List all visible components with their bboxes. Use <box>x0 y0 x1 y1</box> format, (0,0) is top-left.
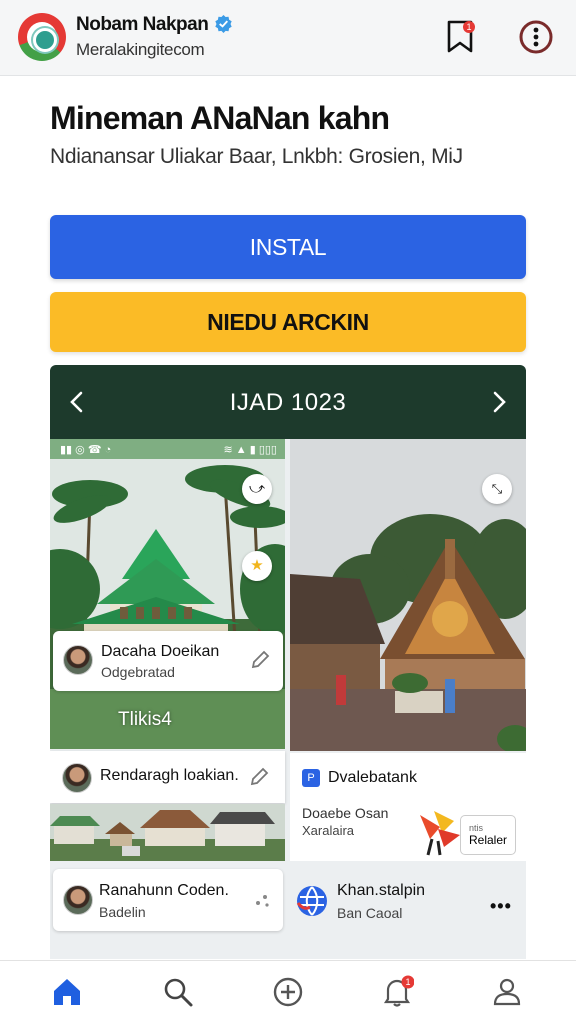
village-photo[interactable] <box>50 804 285 861</box>
profile-icon[interactable] <box>490 975 524 1009</box>
secondary-action-button[interactable]: NIEDU ARCKIN <box>50 292 526 352</box>
edit-icon[interactable] <box>248 766 270 788</box>
ad-title: Dvalebatank <box>328 769 417 786</box>
card-subtitle: Odgebratad <box>101 664 175 680</box>
chevron-right-icon[interactable] <box>484 387 514 417</box>
app-header: Nobam Nakpan Meralakingitecom 1 <box>0 0 576 76</box>
install-button[interactable]: INSTAL <box>50 215 526 279</box>
profile-card[interactable]: Ranahunn Coden. Badelin <box>53 869 283 931</box>
shuffle-icon[interactable] <box>251 889 273 911</box>
page-subtitle: Ndianansar Uliakar Baar, Lnkbh: Grosien,… <box>50 145 463 168</box>
ad-subtitle: Doaebe Osan <box>302 805 389 821</box>
app-page: Nobam Nakpan Meralakingitecom 1 Mineman … <box>0 0 576 1024</box>
ad-action-button[interactable]: ntis Relaler <box>460 815 516 855</box>
ad-caption: Xaralaira <box>302 823 355 838</box>
globe-icon <box>296 886 327 916</box>
status-bar: ▮▮ ◎ ☎ ◔ ≋ ▲ ▮ ▯▯▯ <box>50 439 285 459</box>
app-logo[interactable] <box>18 13 66 61</box>
card-name: Dacaha Doeikan <box>101 643 220 660</box>
profile-card[interactable]: Rendaragh loakian. <box>50 751 285 803</box>
ad-card[interactable]: P Dvalebatank Doaebe Osan Xaralaira ntis… <box>290 753 526 861</box>
more-horizontal-icon[interactable]: ••• <box>490 896 512 917</box>
star-icon[interactable]: ★ <box>242 551 272 581</box>
ad-button-line2: Relaler <box>469 833 508 847</box>
date-bar: IJAD 1023 <box>50 365 526 439</box>
item-subtitle: Ban Caoal <box>337 905 403 921</box>
ad-button-line1: ntis <box>469 823 484 833</box>
home-icon[interactable] <box>50 975 84 1009</box>
verified-badge-icon <box>215 14 232 33</box>
avatar <box>63 885 93 915</box>
bird-art-icon <box>420 811 460 856</box>
status-left: ▮▮ ◎ ☎ ◔ <box>60 444 112 456</box>
page-title: Mineman ANaNan kahn <box>50 100 390 136</box>
card-name: Rendaragh loakian. <box>100 767 239 784</box>
status-right: ≋ ▲ ▮ ▯▯▯ <box>223 444 278 456</box>
search-icon[interactable] <box>161 975 195 1009</box>
ad-logo: P <box>302 769 320 787</box>
date-label: IJAD 1023 <box>229 389 347 416</box>
edit-icon[interactable] <box>249 649 271 671</box>
temple-photo-left[interactable]: ▮▮ ◎ ☎ ◔ ≋ ▲ ▮ ▯▯▯ ⤻ ★ Tlikis4 <box>50 439 285 749</box>
card-name: Ranahunn Coden. <box>99 882 229 899</box>
village-illustration <box>50 804 285 861</box>
close-icon[interactable]: ⤡ <box>482 474 512 504</box>
app-domain: Meralakingitecom <box>76 40 205 59</box>
profile-card[interactable]: Dacaha Doeikan Odgebratad <box>53 631 283 691</box>
card-subtitle: Badelin <box>99 904 146 920</box>
bookmark-icon[interactable]: 1 <box>444 18 480 56</box>
add-icon[interactable] <box>271 975 305 1009</box>
feed: ▮▮ ◎ ☎ ◔ ≋ ▲ ▮ ▯▯▯ ⤻ ★ Tlikis4 ⤡ Dacaha … <box>50 439 526 959</box>
item-name: Khan.stalpin <box>337 882 426 899</box>
photo-tag: Tlikis4 <box>118 709 172 730</box>
bookmark-badge: 1 <box>466 22 471 32</box>
avatar <box>63 645 93 675</box>
app-name: Nobam Nakpan <box>76 14 209 35</box>
more-vertical-icon[interactable] <box>518 19 554 55</box>
share-icon[interactable]: ⤻ <box>242 474 272 504</box>
notifications-icon[interactable]: 1 <box>380 975 414 1009</box>
temple-photo-right[interactable]: ⤡ <box>290 439 526 751</box>
notification-badge: 1 <box>405 977 410 987</box>
bottom-navigation: 1 <box>0 960 576 1024</box>
avatar <box>62 763 92 793</box>
